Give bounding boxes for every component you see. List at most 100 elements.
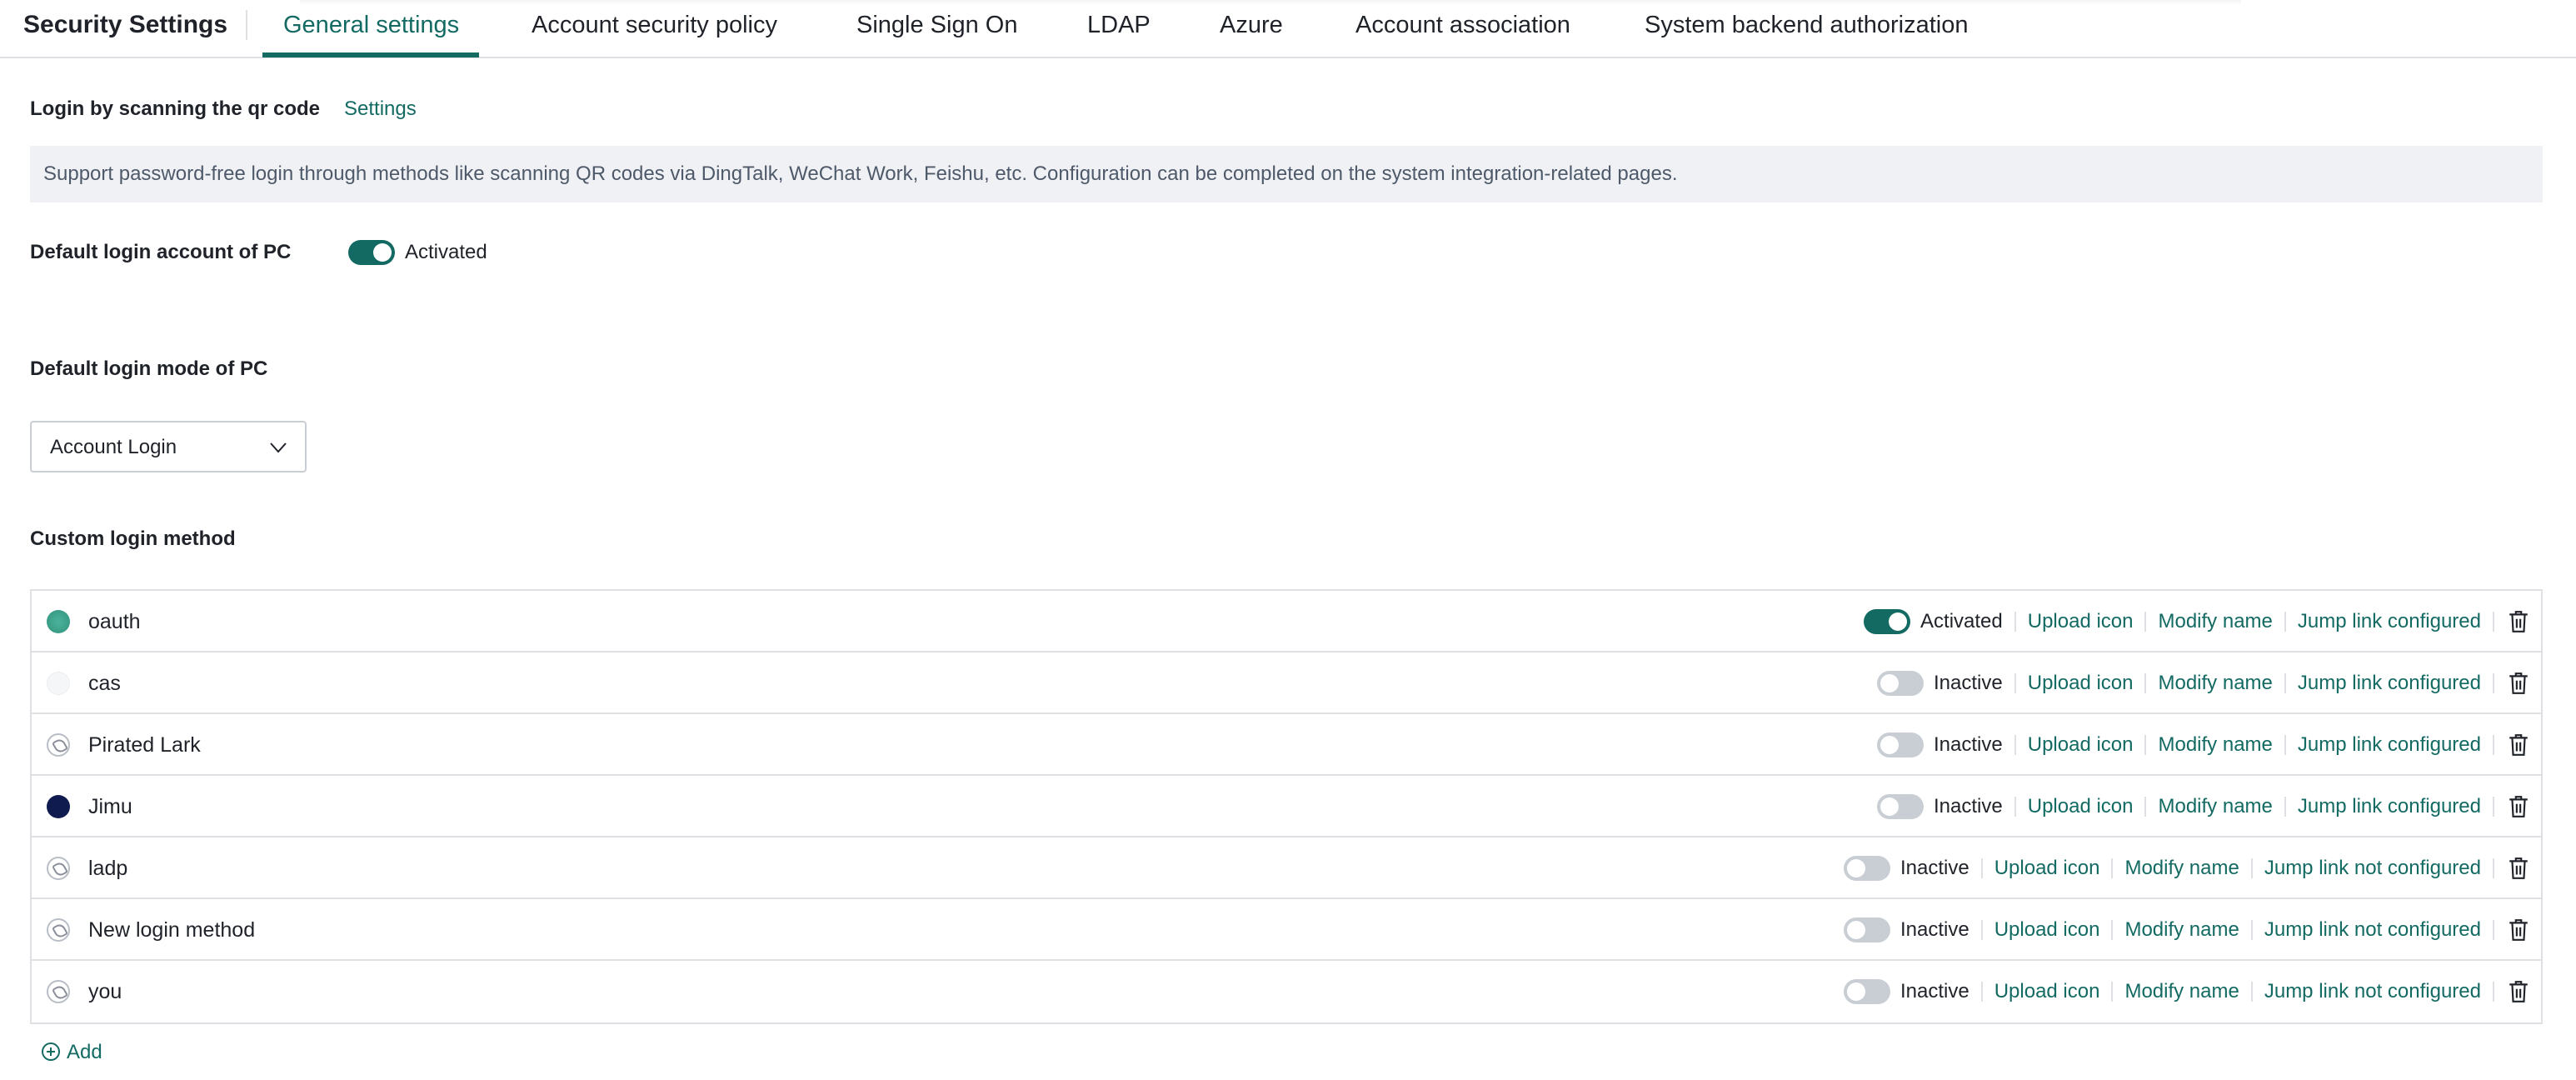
jump-link-link[interactable]: Jump link configured [2298, 733, 2481, 757]
tab-single-sign-on[interactable]: Single Sign On [856, 10, 1017, 40]
default-mode-select[interactable]: Account Login [30, 421, 307, 472]
method-name: ladp [88, 857, 128, 880]
trash-icon[interactable] [2508, 672, 2529, 695]
tab-account-security-policy[interactable]: Account security policy [532, 10, 777, 40]
method-toggle[interactable] [1877, 671, 1925, 696]
default-account-label: Default login account of PC [30, 241, 292, 263]
modify-name-link[interactable]: Modify name [2124, 980, 2239, 1003]
divider [2111, 982, 2114, 1002]
list-item: Pirated Lark Inactive Upload icon Modify… [32, 714, 2541, 776]
custom-methods-label: Custom login method [30, 528, 236, 550]
upload-icon-link[interactable]: Upload icon [2028, 610, 2134, 633]
method-toggle[interactable] [1843, 979, 1890, 1004]
divider [1980, 858, 1983, 878]
list-item: ladp Inactive Upload icon Modify name Ju… [32, 838, 2541, 899]
divider [2144, 735, 2147, 755]
broken-image-icon [47, 733, 70, 757]
method-status: Inactive [1934, 733, 2003, 756]
upload-icon-link[interactable]: Upload icon [1994, 918, 2100, 942]
divider [2284, 612, 2286, 632]
jump-link-link[interactable]: Jump link configured [2298, 672, 2481, 695]
modify-name-link[interactable]: Modify name [2158, 733, 2272, 757]
modify-name-link[interactable]: Modify name [2158, 610, 2272, 633]
qr-login-label: Login by scanning the qr code [30, 98, 321, 120]
jump-link-link[interactable]: Jump link not configured [2264, 918, 2481, 942]
divider [1980, 920, 1983, 940]
divider [2144, 797, 2147, 817]
method-name: cas [88, 672, 121, 695]
divider [2284, 673, 2286, 693]
list-item: Jimu Inactive Upload icon Modify name Ju… [32, 776, 2541, 838]
divider [2493, 797, 2494, 817]
trash-icon[interactable] [2508, 857, 2529, 880]
method-status: Inactive [1934, 672, 2003, 694]
jump-link-link[interactable]: Jump link configured [2298, 610, 2481, 633]
modify-name-link[interactable]: Modify name [2158, 795, 2272, 818]
upload-icon-link[interactable]: Upload icon [2028, 795, 2134, 818]
default-account-status: Activated [405, 241, 487, 263]
method-status: Inactive [1900, 918, 1969, 941]
divider [2284, 735, 2286, 755]
trash-icon[interactable] [2508, 733, 2529, 757]
upload-icon-link[interactable]: Upload icon [1994, 857, 2100, 880]
list-item: you Inactive Upload icon Modify name Jum… [32, 961, 2541, 1022]
custom-methods-list: oauth Activated Upload icon Modify name … [30, 589, 2543, 1024]
trash-icon[interactable] [2508, 610, 2529, 633]
method-toggle[interactable] [1864, 609, 1911, 634]
method-name: Pirated Lark [88, 733, 201, 757]
upload-icon-link[interactable]: Upload icon [2028, 733, 2134, 757]
add-method-button[interactable]: Add [42, 1040, 102, 1065]
qr-login-notice: Support password-free login through meth… [30, 146, 2543, 202]
divider [2250, 920, 2253, 940]
qr-login-settings-link[interactable]: Settings [344, 97, 417, 122]
divider [2493, 982, 2494, 1002]
row-actions: Inactive Upload icon Modify name Jump li… [1877, 776, 2529, 838]
modify-name-link[interactable]: Modify name [2124, 918, 2239, 942]
trash-icon[interactable] [2508, 980, 2529, 1003]
divider [2111, 920, 2114, 940]
default-mode-value: Account Login [50, 436, 177, 458]
default-account-toggle[interactable] [348, 240, 395, 265]
divider [2493, 858, 2494, 878]
divider [2111, 858, 2114, 878]
trash-icon[interactable] [2508, 918, 2529, 942]
divider [1980, 982, 1983, 1002]
upload-icon-link[interactable]: Upload icon [1994, 980, 2100, 1003]
method-status: Inactive [1934, 795, 2003, 818]
method-toggle[interactable] [1877, 794, 1925, 819]
page-title: Security Settings [23, 11, 228, 38]
modify-name-link[interactable]: Modify name [2124, 857, 2239, 880]
trash-icon[interactable] [2508, 795, 2529, 818]
method-name: New login method [88, 918, 256, 942]
broken-image-icon [47, 918, 70, 942]
list-item: cas Inactive Upload icon Modify name Jum… [32, 652, 2541, 714]
title-divider [246, 10, 247, 40]
method-toggle[interactable] [1843, 856, 1890, 881]
upload-icon-link[interactable]: Upload icon [2028, 672, 2134, 695]
tab-general-settings[interactable]: General settings [283, 10, 459, 40]
top-tab-bar: Security Settings General settings Accou… [0, 0, 2576, 58]
dark-circle-icon [47, 795, 70, 818]
tab-azure[interactable]: Azure [1220, 10, 1283, 40]
divider [2250, 858, 2253, 878]
add-method-label: Add [67, 1041, 102, 1063]
active-tab-indicator [262, 52, 479, 58]
tab-account-association[interactable]: Account association [1355, 10, 1570, 40]
jump-link-link[interactable]: Jump link configured [2298, 795, 2481, 818]
divider [2493, 735, 2494, 755]
jump-link-link[interactable]: Jump link not configured [2264, 980, 2481, 1003]
method-toggle[interactable] [1843, 918, 1890, 942]
tab-ldap[interactable]: LDAP [1087, 10, 1151, 40]
divider [2014, 797, 2016, 817]
row-actions: Inactive Upload icon Modify name Jump li… [1877, 652, 2529, 714]
method-toggle[interactable] [1877, 732, 1925, 758]
row-actions: Inactive Upload icon Modify name Jump li… [1843, 899, 2529, 961]
divider [2493, 673, 2494, 693]
divider [2493, 920, 2494, 940]
jump-link-link[interactable]: Jump link not configured [2264, 857, 2481, 880]
method-status: Inactive [1900, 857, 1969, 879]
divider [2250, 982, 2253, 1002]
modify-name-link[interactable]: Modify name [2158, 672, 2272, 695]
method-name: oauth [88, 610, 141, 633]
tab-system-backend-authorization[interactable]: System backend authorization [1645, 10, 1969, 40]
